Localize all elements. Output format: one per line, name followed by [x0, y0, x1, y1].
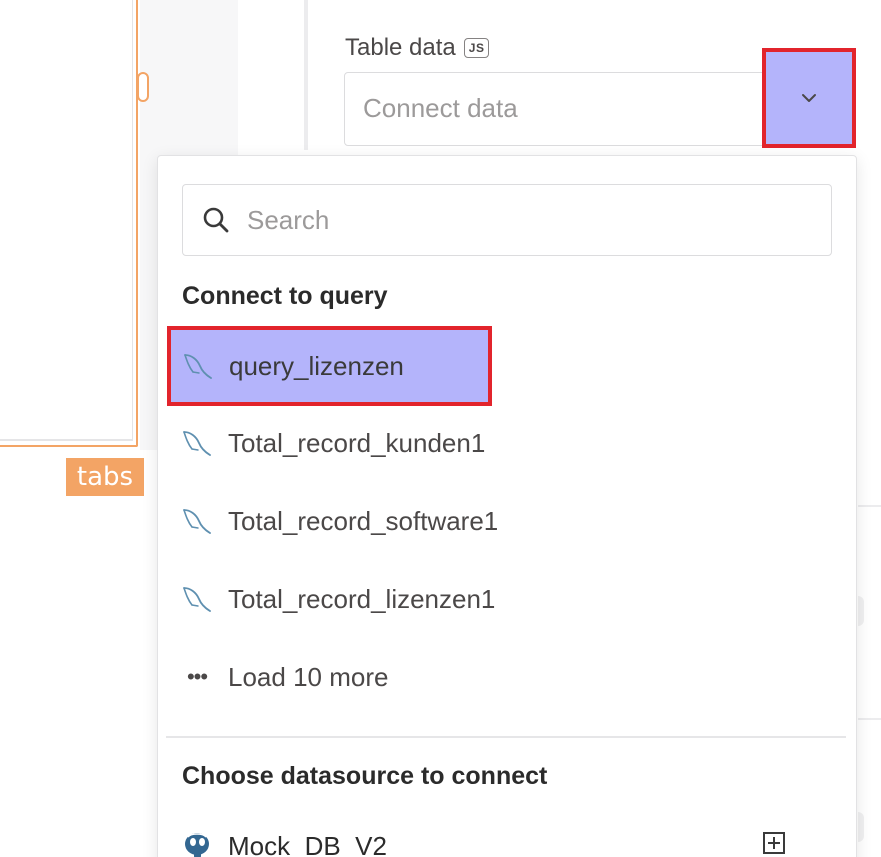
app-canvas: tabs Table data JS Connect data Connect … — [0, 0, 881, 857]
widget-resize-handle[interactable] — [137, 72, 149, 102]
widget-name-tag[interactable]: tabs — [66, 458, 144, 496]
load-more-label: Load 10 more — [228, 661, 389, 692]
dropdown-toggle-button[interactable] — [762, 48, 856, 148]
mysql-icon — [184, 354, 212, 379]
more-dots-icon: ••• — [186, 664, 208, 689]
query-item[interactable]: query_lizenzen — [167, 326, 492, 406]
datasource-label: Mock_DB_V2 — [228, 830, 387, 857]
load-more-button[interactable]: ••• Load 10 more — [168, 640, 488, 714]
mysql-icon — [183, 587, 211, 612]
connect-data-placeholder: Connect data — [363, 93, 518, 123]
search-field[interactable] — [182, 184, 832, 256]
query-label: Total_record_software1 — [228, 505, 499, 536]
table-data-label-text: Table data — [345, 34, 456, 61]
postgres-icon — [185, 833, 209, 857]
query-label: Total_record_kunden1 — [228, 427, 486, 458]
choose-datasource-heading: Choose datasource to connect — [182, 762, 548, 790]
section-divider — [858, 718, 881, 720]
pane-divider — [304, 0, 308, 150]
datasource-item[interactable]: Mock_DB_V2 — [168, 811, 844, 857]
mysql-icon — [183, 431, 211, 456]
section-divider — [858, 505, 881, 507]
chevron-down-icon — [802, 94, 816, 102]
menu-divider — [166, 736, 846, 738]
toggle-edge — [858, 596, 864, 626]
table-data-label: Table data JS — [345, 34, 490, 62]
toggle-edge — [858, 812, 864, 842]
query-item[interactable]: Total_record_kunden1 — [168, 406, 488, 480]
selected-widget-frame[interactable] — [0, 0, 138, 447]
query-item[interactable]: Total_record_lizenzen1 — [168, 562, 495, 636]
search-icon — [203, 207, 229, 233]
query-label: query_lizenzen — [229, 350, 404, 381]
query-label: Total_record_lizenzen1 — [228, 583, 496, 614]
add-icon[interactable] — [762, 831, 786, 855]
mysql-icon — [183, 509, 211, 534]
query-item[interactable]: Total_record_software1 — [168, 484, 498, 558]
js-toggle-button[interactable]: JS — [463, 38, 490, 58]
connect-to-query-heading: Connect to query — [182, 282, 388, 310]
search-input[interactable] — [245, 185, 809, 255]
connect-data-dropdown: Connect to query query_lizenzen Total_re… — [157, 155, 857, 857]
